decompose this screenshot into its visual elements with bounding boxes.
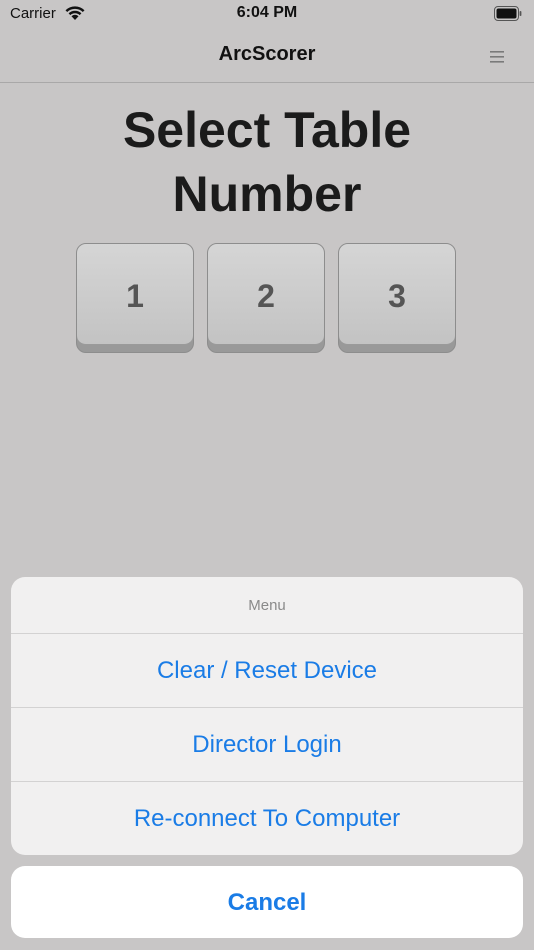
page-title: Select Table Number bbox=[0, 98, 534, 226]
hamburger-icon[interactable] bbox=[490, 51, 506, 63]
action-sheet-title: Menu bbox=[11, 577, 523, 634]
page-title-line-1: Select Table bbox=[122, 102, 412, 158]
status-bar: Carrier 6:04 PM bbox=[0, 0, 534, 30]
table-1-button[interactable]: 1 bbox=[76, 243, 194, 353]
status-time: 6:04 PM bbox=[236, 4, 298, 21]
table-3-button[interactable]: 3 bbox=[338, 243, 456, 353]
nav-bar: ArcScorer bbox=[0, 30, 534, 83]
cancel-button[interactable]: Cancel bbox=[11, 866, 523, 938]
table-2-label: 2 bbox=[208, 244, 324, 345]
page-title-line-2: Number bbox=[172, 166, 362, 222]
table-2-button[interactable]: 2 bbox=[207, 243, 325, 353]
app-title: ArcScorer bbox=[218, 43, 316, 65]
table-number-grid: 1 2 3 bbox=[76, 243, 460, 357]
table-1-label: 1 bbox=[77, 244, 193, 345]
action-sheet: Menu Clear / Reset Device Director Login… bbox=[11, 577, 523, 855]
table-3-label: 3 bbox=[339, 244, 455, 345]
reconnect-computer-button[interactable]: Re-connect To Computer bbox=[11, 782, 523, 855]
director-login-button[interactable]: Director Login bbox=[11, 708, 523, 782]
clear-reset-device-button[interactable]: Clear / Reset Device bbox=[11, 634, 523, 708]
battery-icon bbox=[494, 6, 522, 21]
